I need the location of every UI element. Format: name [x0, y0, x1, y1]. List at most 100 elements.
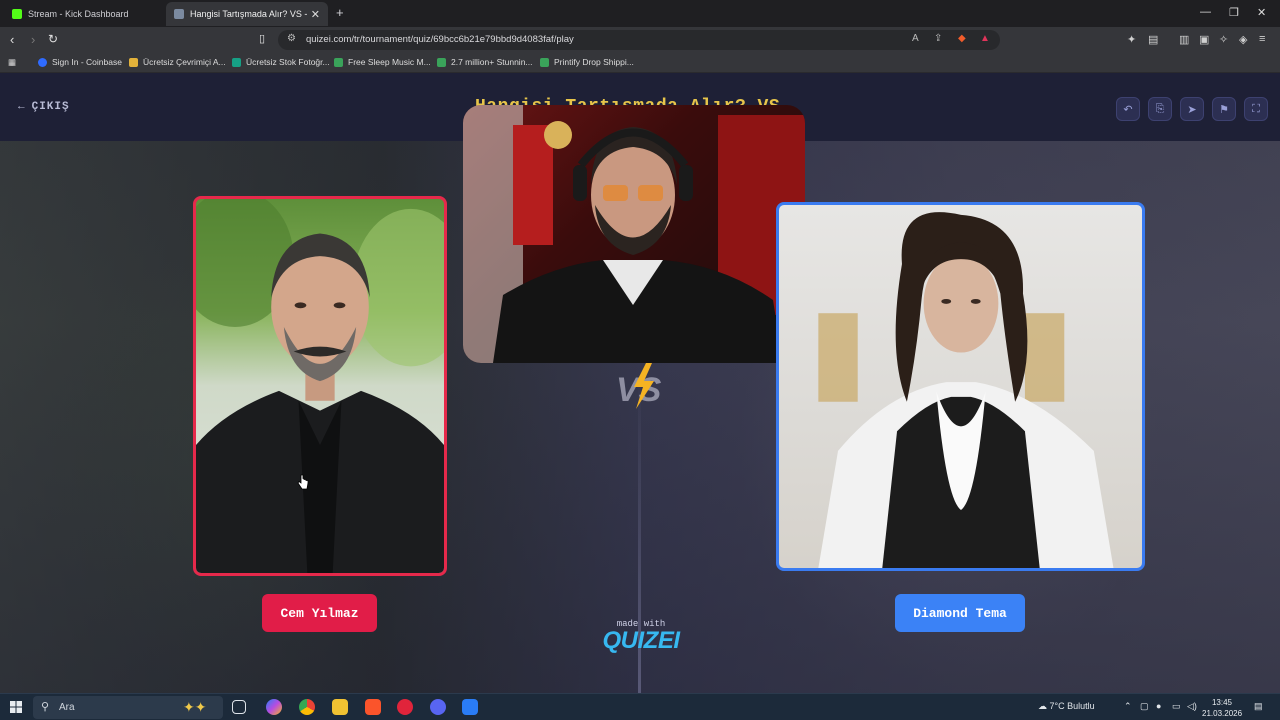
- brave-browser-icon[interactable]: [365, 699, 381, 715]
- coinbase-icon: [38, 57, 47, 67]
- clock-time: 13:45: [1211, 698, 1233, 707]
- url-text: quizei.com/tr/tournament/quiz/69bcc6b21e…: [306, 34, 574, 45]
- right-contestant-photo: [818, 212, 1114, 568]
- apps-grid-icon[interactable]: ▦: [8, 57, 16, 68]
- reload-icon[interactable]: ↻: [48, 32, 58, 46]
- quizei-favicon-icon: [174, 9, 184, 19]
- fullscreen-icon: ⛶: [1252, 102, 1260, 115]
- new-tab-icon[interactable]: +: [336, 5, 344, 20]
- send-icon: ➤: [1187, 103, 1197, 116]
- tab-search-icon[interactable]: ▤: [1148, 33, 1158, 46]
- extensions-icon[interactable]: ✦: [1127, 33, 1136, 46]
- leo-ai-icon[interactable]: ✧: [1219, 33, 1228, 46]
- discord-icon[interactable]: [430, 699, 446, 715]
- bookmark-favicon-icon: [540, 57, 549, 67]
- left-contestant-card[interactable]: [193, 196, 447, 576]
- bookmark-icon[interactable]: ▯: [259, 32, 265, 45]
- bookmark-favicon-icon: [334, 57, 343, 67]
- streamer-webcam: [463, 105, 805, 363]
- bookmark-label: Free Sleep Music M...: [348, 57, 431, 67]
- network-icon[interactable]: ▭: [1172, 701, 1181, 712]
- system-clock[interactable]: 13:45 21.03.2026: [1202, 697, 1242, 719]
- bookmark-label: Printify Drop Shippi...: [554, 57, 634, 67]
- close-tab-icon[interactable]: ✕: [311, 8, 320, 21]
- windows-start-icon[interactable]: [10, 701, 22, 713]
- bookmark-label: 2.7 million+ Stunnin...: [451, 57, 533, 67]
- search-placeholder: Ara: [59, 702, 75, 713]
- bookmark-label: Sign In - Coinbase: [52, 57, 122, 67]
- bookmark-item[interactable]: Sign In - Coinbase: [38, 57, 122, 67]
- clock-date: 21.03.2026: [1202, 709, 1243, 718]
- wallet-icon[interactable]: ▣: [1199, 33, 1209, 46]
- bookmark-favicon-icon: [437, 57, 446, 67]
- quizei-logo: QUIZEI: [602, 627, 680, 654]
- bookmark-favicon-icon: [232, 57, 241, 67]
- right-contestant-card[interactable]: [776, 202, 1145, 571]
- made-with-badge[interactable]: made with QUIZEI: [596, 619, 686, 655]
- bookmark-favicon-icon: [129, 57, 138, 67]
- choose-left-button[interactable]: Cem Yılmaz: [262, 594, 377, 632]
- kick-icon: [12, 9, 22, 19]
- brave-shield-icon[interactable]: ◆: [958, 33, 966, 44]
- report-button[interactable]: ⚑: [1212, 97, 1236, 121]
- search-icon: ⚲: [41, 701, 50, 713]
- file-explorer-icon[interactable]: [332, 699, 348, 715]
- volume-icon[interactable]: ◁): [1187, 701, 1197, 712]
- copilot-sparkle-icon: ✦✦: [183, 699, 207, 715]
- back-arrow-icon[interactable]: ‹: [10, 32, 14, 47]
- media-player-icon[interactable]: [397, 699, 413, 715]
- forward-arrow-icon[interactable]: ›: [31, 32, 35, 47]
- tab-kick-dashboard[interactable]: Stream - Kick Dashboard: [4, 2, 164, 26]
- choose-right-button[interactable]: Diamond Tema: [895, 594, 1025, 632]
- exit-button[interactable]: ← ÇIKIŞ: [18, 101, 70, 113]
- menu-icon[interactable]: ≡: [1259, 33, 1265, 45]
- tab-quizei[interactable]: Hangisi Tartışmada Alır? VS - Tie ✕: [166, 2, 328, 26]
- bookmark-item[interactable]: Free Sleep Music M...: [334, 57, 431, 67]
- cloud-icon: ☁: [1038, 701, 1047, 711]
- task-view-icon[interactable]: [232, 700, 246, 714]
- left-contestant-photo: [196, 199, 444, 573]
- close-window-icon[interactable]: ✕: [1257, 6, 1266, 19]
- address-bar[interactable]: ⚙ quizei.com/tr/tournament/quiz/69bcc6b2…: [278, 30, 1000, 50]
- show-hidden-icons-icon[interactable]: ⌃: [1124, 701, 1132, 712]
- hand-cursor-icon: [297, 474, 309, 490]
- minimize-icon[interactable]: —: [1200, 6, 1211, 18]
- chrome-icon[interactable]: [299, 699, 315, 715]
- bookmark-item[interactable]: 2.7 million+ Stunnin...: [437, 57, 533, 67]
- tab-title: Hangisi Tartışmada Alır? VS - Tie: [190, 9, 307, 19]
- notifications-icon[interactable]: ▤: [1254, 701, 1263, 712]
- brave-rewards-icon[interactable]: ▲: [980, 33, 990, 44]
- share-button[interactable]: ⎘: [1148, 97, 1172, 121]
- weather-text: 7°C Bulutlu: [1049, 701, 1095, 711]
- site-info-icon[interactable]: ⚙: [287, 33, 296, 44]
- undo-button[interactable]: ↶: [1116, 97, 1140, 121]
- webcam-feed: [463, 105, 805, 363]
- windows-taskbar: ⚲ Ara ✦✦ ☁ 7°C Bulutlu ⌃ ▢ ● ▭ ◁) 13:45 …: [0, 693, 1280, 720]
- send-button[interactable]: ➤: [1180, 97, 1204, 121]
- sidebar-icon[interactable]: ▥: [1179, 33, 1189, 46]
- device-icon[interactable]: ▢: [1140, 701, 1149, 712]
- bookmark-item[interactable]: Ücretsiz Çevrimiçi A...: [129, 57, 226, 67]
- share-icon[interactable]: ⇪: [934, 33, 942, 44]
- undo-icon: ↶: [1123, 103, 1133, 116]
- bookmarks-bar: ▦ Sign In - Coinbase Ücretsiz Çevrimiçi …: [0, 53, 1280, 73]
- microphone-icon[interactable]: ●: [1156, 701, 1161, 711]
- restore-icon[interactable]: ❐: [1229, 6, 1239, 19]
- copilot-icon[interactable]: [266, 699, 282, 715]
- quiz-page: ← ÇIKIŞ Hangisi Tartışmada Alır? VS ↶ ⎘ …: [0, 73, 1280, 693]
- translate-icon[interactable]: A: [912, 33, 919, 44]
- bookmark-item[interactable]: Printify Drop Shippi...: [540, 57, 634, 67]
- fullscreen-button[interactable]: ⛶: [1244, 97, 1268, 121]
- vs-lightning-icon: VS: [616, 363, 662, 409]
- exit-label: ÇIKIŞ: [31, 101, 70, 113]
- browser-tab-bar: Stream - Kick Dashboard Hangisi Tartışma…: [0, 0, 1280, 27]
- weather-widget[interactable]: ☁ 7°C Bulutlu: [1038, 701, 1095, 712]
- bookmark-label: Ücretsiz Çevrimiçi A...: [143, 57, 226, 67]
- taskbar-search[interactable]: ⚲ Ara ✦✦: [33, 696, 223, 719]
- app-window-icon[interactable]: [462, 699, 478, 715]
- vpn-icon[interactable]: ◈: [1239, 33, 1247, 46]
- bookmark-label: Ücretsiz Stok Fotoğr...: [246, 57, 330, 67]
- link-icon: ⎘: [1155, 102, 1165, 115]
- bookmark-item[interactable]: Ücretsiz Stok Fotoğr...: [232, 57, 330, 67]
- tab-title: Stream - Kick Dashboard: [28, 9, 129, 19]
